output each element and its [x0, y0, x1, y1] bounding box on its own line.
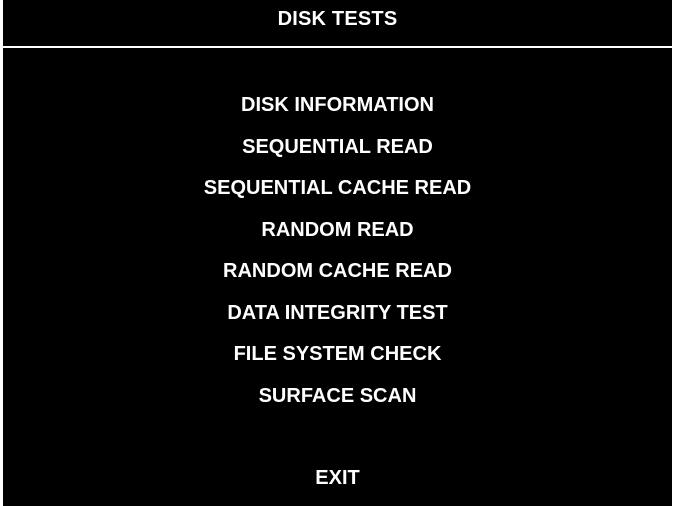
menu-item-disk-information[interactable]: DISK INFORMATION [3, 91, 672, 133]
menu-item-sequential-read[interactable]: SEQUENTIAL READ [3, 133, 672, 175]
menu-item-data-integrity-test[interactable]: DATA INTEGRITY TEST [3, 299, 672, 341]
menu-item-surface-scan[interactable]: SURFACE SCAN [3, 382, 672, 424]
exit-button[interactable]: EXIT [3, 464, 672, 492]
menu-item-random-cache-read[interactable]: RANDOM CACHE READ [3, 257, 672, 299]
menu-item-sequential-cache-read[interactable]: SEQUENTIAL CACHE READ [3, 174, 672, 216]
menu-item-file-system-check[interactable]: FILE SYSTEM CHECK [3, 340, 672, 382]
menu-item-random-read[interactable]: RANDOM READ [3, 216, 672, 258]
disk-test-menu: DISK INFORMATION SEQUENTIAL READ SEQUENT… [3, 91, 672, 423]
page-title: DISK TESTS [277, 8, 398, 30]
disk-tests-screen: DISK TESTS DISK INFORMATION SEQUENTIAL R… [3, 0, 672, 506]
title-divider [3, 46, 672, 48]
